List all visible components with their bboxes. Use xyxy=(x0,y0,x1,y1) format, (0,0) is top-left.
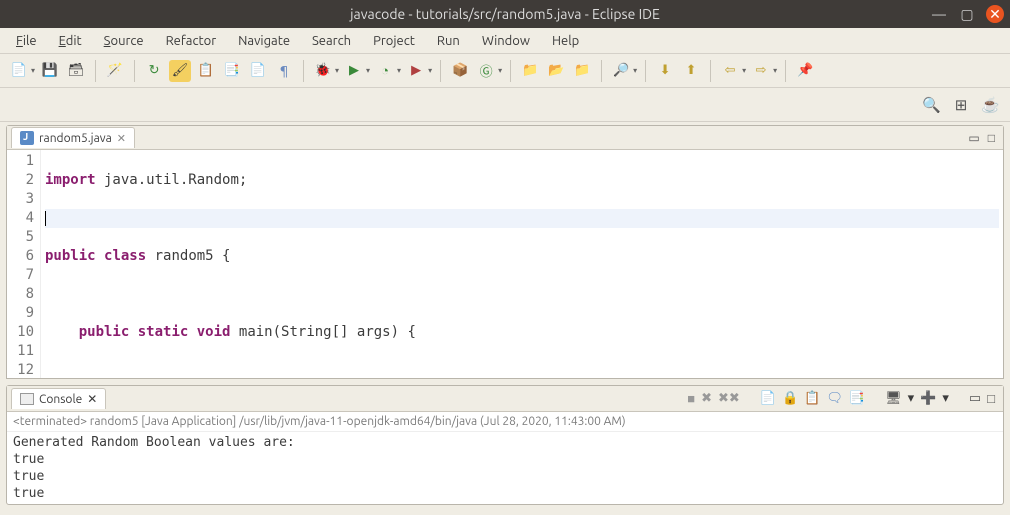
search2-button[interactable]: 🔎 xyxy=(610,60,632,82)
perspective-bar: 🔍 ⊞ ☕ xyxy=(0,88,1010,122)
console-output[interactable]: Generated Random Boolean values are:true… xyxy=(7,432,1003,504)
console-newview-button[interactable]: ➕ xyxy=(920,391,936,406)
console-display-button[interactable]: 🖥 xyxy=(885,391,902,406)
open-task-button[interactable]: 📂 xyxy=(545,60,567,82)
close-button[interactable]: ✕ xyxy=(986,5,1004,23)
main-toolbar: 📄▾ 💾 🗃 🪄 ↻ 🖌 📋 📑 📄 ¶ 🐞▾ ▶▾ ◔▾ ▶▾ 📦 Ⓖ▾ 📁 … xyxy=(0,54,1010,88)
console-maximize-icon[interactable]: □ xyxy=(987,391,995,406)
next-ann-button[interactable]: ⬇ xyxy=(654,60,676,82)
editor-tab-close-icon[interactable]: ✕ xyxy=(117,132,126,145)
wand-button[interactable]: 🪄 xyxy=(104,60,126,82)
open-type-button[interactable]: 📁 xyxy=(519,60,541,82)
console-scroll-lock-button[interactable]: 🔒 xyxy=(782,391,798,406)
menu-help[interactable]: Help xyxy=(542,31,589,51)
console-pin-button[interactable]: 🗨 xyxy=(826,391,843,406)
editor-minimize-icon[interactable]: ▭ xyxy=(968,131,979,145)
open-perspective-button[interactable]: ⊞ xyxy=(955,96,968,114)
doc1-button[interactable]: 📋 xyxy=(195,60,217,82)
pin-button[interactable]: 📌 xyxy=(794,60,816,82)
console-remove-button[interactable]: ✖ xyxy=(701,391,712,406)
console-clear-button[interactable]: 📄 xyxy=(760,391,776,406)
console-terminate-button[interactable]: ■ xyxy=(687,391,695,406)
console-minimize-icon[interactable]: ▭ xyxy=(969,391,981,406)
maximize-button[interactable]: ▢ xyxy=(958,5,976,23)
code-editor[interactable]: 1 2 3 4 5 6 7 8 9 10 11 12 import java.u… xyxy=(7,150,1003,378)
new-class-button[interactable]: Ⓖ xyxy=(475,60,497,82)
ext-tools-button[interactable]: ▶ xyxy=(405,60,427,82)
menu-project[interactable]: Project xyxy=(363,31,425,51)
source-text[interactable]: import java.util.Random; public class ra… xyxy=(41,150,1003,378)
refresh-button[interactable]: ↻ xyxy=(143,60,165,82)
console-removeall-button[interactable]: ✖✖ xyxy=(718,391,740,406)
console-process-line: <terminated> random5 [Java Application] … xyxy=(7,412,1003,432)
open-res-button[interactable]: 📁 xyxy=(571,60,593,82)
window-titlebar: javacode - tutorials/src/random5.java - … xyxy=(0,0,1010,28)
menu-navigate[interactable]: Navigate xyxy=(228,31,300,51)
back-button[interactable]: ⇦ xyxy=(719,60,741,82)
debug-button[interactable]: 🐞 xyxy=(312,60,334,82)
menu-bar: File Edit Source Refactor Navigate Searc… xyxy=(0,28,1010,54)
java-file-icon xyxy=(20,131,34,145)
console-area: Console ✕ ■ ✖ ✖✖ 📄 🔒 📋 🗨 📑 🖥▾ ➕▾ ▭ □ <te… xyxy=(6,385,1004,505)
menu-search[interactable]: Search xyxy=(302,31,361,51)
editor-tab-row: random5.java ✕ ▭ □ xyxy=(7,126,1003,150)
console-tab-label: Console xyxy=(39,393,82,406)
console-wrap-button[interactable]: 📋 xyxy=(804,391,820,406)
menu-source[interactable]: Source xyxy=(94,31,154,51)
new-button[interactable]: 📄 xyxy=(8,60,30,82)
console-tab-row: Console ✕ ■ ✖ ✖✖ 📄 🔒 📋 🗨 📑 🖥▾ ➕▾ ▭ □ xyxy=(7,386,1003,412)
pilcrow-button[interactable]: ¶ xyxy=(273,60,295,82)
menu-file[interactable]: File xyxy=(6,31,47,51)
search-icon[interactable]: 🔍 xyxy=(922,96,941,114)
java-perspective-button[interactable]: ☕ xyxy=(981,96,1000,114)
line-gutter: 1 2 3 4 5 6 7 8 9 10 11 12 xyxy=(7,150,41,378)
new-pkg-button[interactable]: 📦 xyxy=(449,60,471,82)
editor-area: random5.java ✕ ▭ □ 1 2 3 4 5 6 7 8 9 10 … xyxy=(6,125,1004,379)
run-button[interactable]: ▶ xyxy=(343,60,365,82)
menu-refactor[interactable]: Refactor xyxy=(156,31,227,51)
menu-edit[interactable]: Edit xyxy=(49,31,92,51)
brush-button[interactable]: 🖌 xyxy=(169,60,191,82)
editor-maximize-icon[interactable]: □ xyxy=(988,131,995,145)
coverage-button[interactable]: ◔ xyxy=(374,60,396,82)
fwd-button[interactable]: ⇨ xyxy=(750,60,772,82)
console-show-button[interactable]: 📑 xyxy=(849,391,865,406)
editor-tab-random5[interactable]: random5.java ✕ xyxy=(11,127,135,148)
menu-run[interactable]: Run xyxy=(427,31,470,51)
minimize-button[interactable]: — xyxy=(930,5,948,23)
console-tab[interactable]: Console ✕ xyxy=(11,388,106,409)
prev-ann-button[interactable]: ⬆ xyxy=(680,60,702,82)
menu-window[interactable]: Window xyxy=(472,31,540,51)
save-all-button[interactable]: 🗃 xyxy=(65,60,87,82)
doc3-button[interactable]: 📄 xyxy=(247,60,269,82)
editor-tab-label: random5.java xyxy=(39,132,112,145)
window-title: javacode - tutorials/src/random5.java - … xyxy=(350,6,660,22)
console-icon xyxy=(20,393,34,405)
console-tab-close-icon[interactable]: ✕ xyxy=(87,392,97,406)
doc2-button[interactable]: 📑 xyxy=(221,60,243,82)
save-button[interactable]: 💾 xyxy=(39,60,61,82)
